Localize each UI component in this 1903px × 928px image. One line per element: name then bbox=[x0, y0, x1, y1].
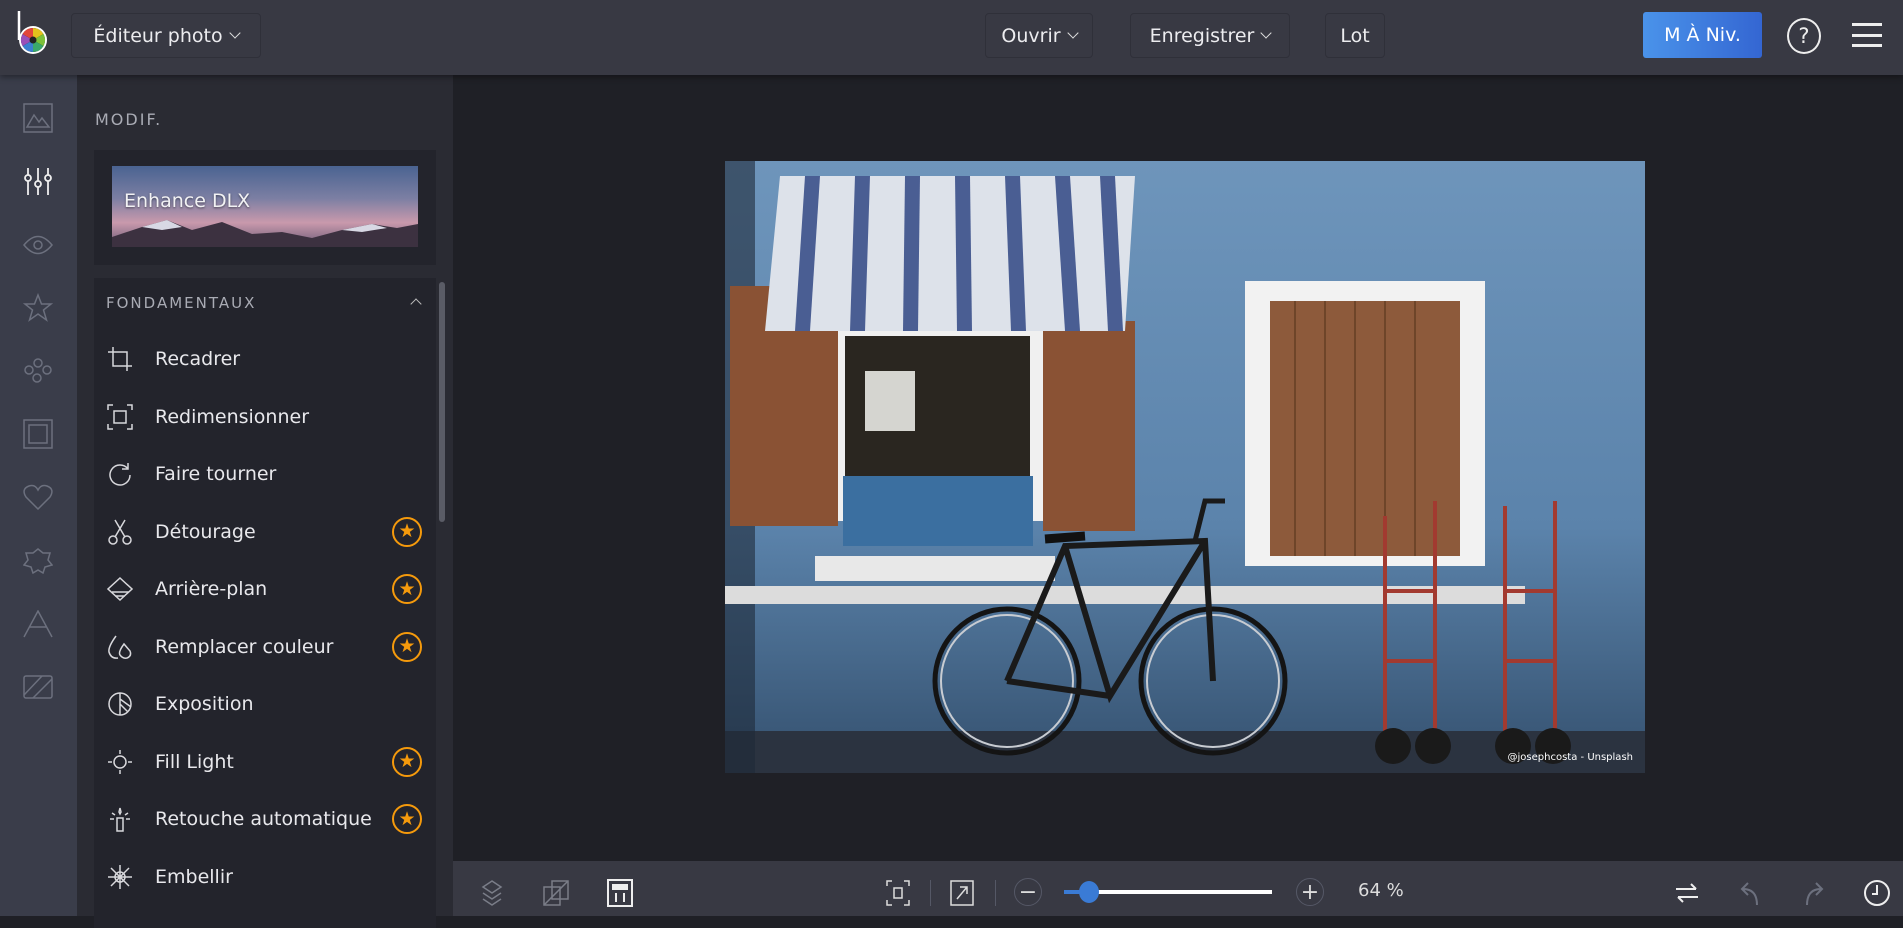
edit-panel: MODIF. Enhance DLX FONDAMENTAUX Recadrer… bbox=[77, 75, 453, 928]
chevron-down-icon bbox=[228, 27, 241, 39]
divider bbox=[930, 880, 931, 906]
redo-icon[interactable] bbox=[1799, 878, 1829, 908]
section-title: FONDAMENTAUX bbox=[106, 294, 257, 312]
premium-star-icon: ★ bbox=[392, 746, 422, 777]
heart-icon[interactable] bbox=[20, 479, 56, 515]
premium-star-icon: ★ bbox=[392, 516, 422, 547]
tool-item-recadrer[interactable]: Recadrer bbox=[95, 336, 430, 382]
chevron-down-icon bbox=[1066, 27, 1079, 39]
background-icon bbox=[107, 576, 133, 602]
undo-icon[interactable] bbox=[1735, 878, 1765, 908]
tool-item-fill-light[interactable]: Fill Light ★ bbox=[95, 739, 430, 785]
crop-icon bbox=[108, 347, 132, 371]
promo-label: Enhance DLX bbox=[124, 190, 251, 212]
tool-item-label: Exposition bbox=[155, 693, 254, 715]
rotate-icon bbox=[109, 463, 131, 486]
drops-icon bbox=[108, 635, 132, 659]
zoom-in-button[interactable]: + bbox=[1296, 878, 1324, 906]
batch-button[interactable]: Lot bbox=[1325, 13, 1385, 58]
watermark: @josephcosta - Unsplash bbox=[1507, 752, 1633, 763]
layout-icon[interactable] bbox=[605, 878, 635, 908]
panel-scrollbar[interactable] bbox=[439, 282, 445, 522]
history-icon[interactable] bbox=[1862, 878, 1892, 908]
texture-icon[interactable] bbox=[20, 669, 56, 705]
panel-title: MODIF. bbox=[95, 110, 163, 129]
sliders-icon[interactable] bbox=[20, 164, 56, 200]
compare-icon[interactable] bbox=[541, 878, 571, 908]
tool-rail bbox=[0, 75, 77, 916]
top-bar: Éditeur photo Ouvrir Enregistrer Lot M À… bbox=[0, 0, 1903, 75]
premium-star-icon: ★ bbox=[392, 804, 422, 834]
logo[interactable] bbox=[16, 10, 48, 58]
tool-item-arrière-plan[interactable]: Arrière-plan ★ bbox=[95, 566, 430, 612]
magic-wand-icon bbox=[110, 807, 130, 832]
premium-star-icon: ★ bbox=[392, 574, 422, 604]
actual-size-icon[interactable] bbox=[947, 878, 977, 908]
image-icon[interactable] bbox=[20, 100, 56, 136]
save-button[interactable]: Enregistrer bbox=[1130, 13, 1290, 58]
chevron-down-icon bbox=[1260, 27, 1273, 39]
photo-canvas[interactable]: @josephcosta - Unsplash bbox=[725, 161, 1645, 773]
snowflake-icon bbox=[108, 864, 132, 889]
tool-item-label: Détourage bbox=[155, 520, 256, 543]
layers-icon[interactable] bbox=[477, 878, 507, 908]
fit-screen-icon[interactable] bbox=[883, 878, 913, 908]
tool-item-retouche-automatique[interactable]: Retouche automatique ★ bbox=[95, 796, 430, 842]
zoom-slider-thumb[interactable] bbox=[1078, 881, 1099, 903]
frame-icon[interactable] bbox=[20, 416, 56, 452]
sun-icon bbox=[108, 749, 132, 774]
promo-card: Enhance DLX bbox=[94, 150, 436, 265]
open-button[interactable]: Ouvrir bbox=[985, 13, 1093, 58]
tool-item-label: Recadrer bbox=[155, 348, 241, 370]
question-circle-icon[interactable]: ? bbox=[1787, 18, 1821, 54]
upgrade-button[interactable]: M À Niv. bbox=[1643, 12, 1762, 58]
scissors-icon bbox=[108, 519, 132, 545]
star-icon[interactable] bbox=[20, 290, 56, 326]
eye-icon[interactable] bbox=[20, 227, 56, 263]
circles-icon[interactable] bbox=[20, 353, 56, 389]
tool-item-label: Fill Light bbox=[155, 750, 234, 773]
tool-item-faire-tourner[interactable]: Faire tourner bbox=[95, 451, 430, 497]
swap-icon[interactable] bbox=[1672, 878, 1702, 908]
tool-item-label: Arrière-plan bbox=[155, 578, 268, 600]
tool-item-label: Redimensionner bbox=[155, 405, 310, 428]
premium-star-icon: ★ bbox=[392, 631, 422, 662]
tool-item-embellir[interactable]: Embellir bbox=[95, 854, 430, 900]
tool-item-remplacer-couleur[interactable]: Remplacer couleur ★ bbox=[95, 624, 430, 670]
app-menu-label: Éditeur photo bbox=[93, 24, 223, 47]
zoom-slider[interactable] bbox=[1064, 881, 1272, 903]
badge-icon[interactable] bbox=[20, 543, 56, 579]
enhance-dlx-banner[interactable]: Enhance DLX bbox=[112, 166, 418, 247]
zoom-out-button[interactable]: − bbox=[1014, 878, 1042, 906]
divider bbox=[995, 880, 996, 906]
app-menu-button[interactable]: Éditeur photo bbox=[71, 13, 261, 58]
resize-icon bbox=[107, 403, 133, 430]
batch-label: Lot bbox=[1340, 24, 1370, 47]
chevron-up-icon[interactable] bbox=[410, 298, 422, 310]
open-label: Ouvrir bbox=[1001, 24, 1061, 47]
tool-item-label: Faire tourner bbox=[155, 463, 277, 485]
hamburger-icon[interactable] bbox=[1852, 23, 1882, 47]
tool-item-label: Remplacer couleur bbox=[155, 635, 334, 658]
zoom-level: 64 % bbox=[1358, 880, 1404, 901]
tool-item-label: Embellir bbox=[155, 865, 233, 888]
text-icon[interactable] bbox=[20, 606, 56, 642]
exposure-icon bbox=[108, 692, 132, 716]
tool-item-détourage[interactable]: Détourage ★ bbox=[95, 509, 430, 555]
save-label: Enregistrer bbox=[1149, 24, 1255, 47]
tool-item-redimensionner[interactable]: Redimensionner bbox=[95, 394, 430, 440]
tool-item-label: Retouche automatique bbox=[155, 808, 372, 830]
tool-item-exposition[interactable]: Exposition bbox=[95, 681, 430, 727]
